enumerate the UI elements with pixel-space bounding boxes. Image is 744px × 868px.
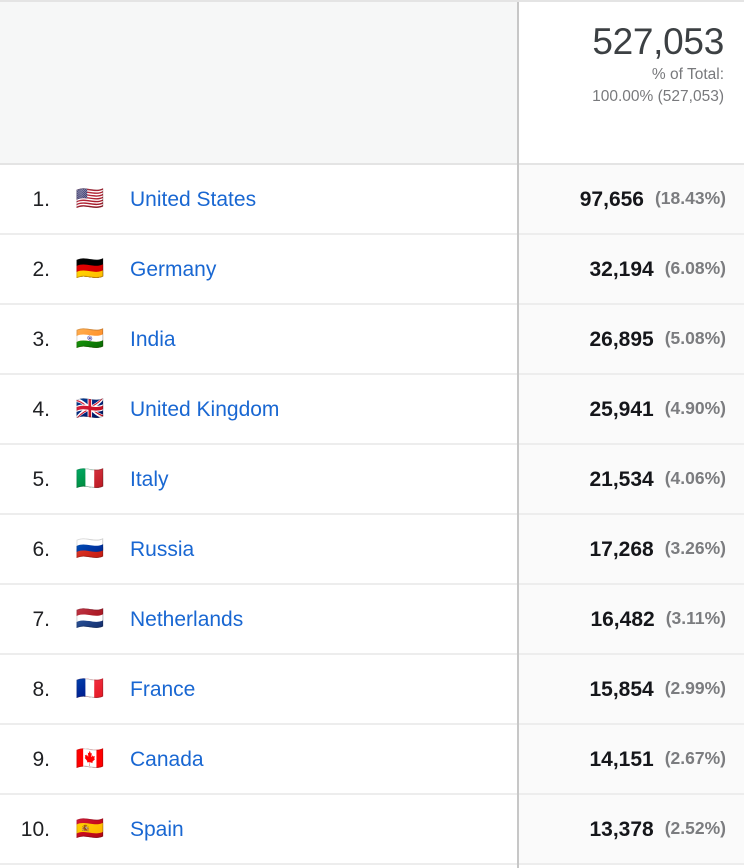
table-row: 3. 🇮🇳 India 26,895 (5.08%) xyxy=(0,305,744,375)
country-link[interactable]: France xyxy=(130,679,195,700)
metric-percent: (2.99%) xyxy=(664,678,726,699)
row-rank: 9. xyxy=(32,747,50,771)
flag-russia-icon: 🇷🇺 xyxy=(75,535,105,562)
metric-value: 26,895 xyxy=(589,327,654,351)
dimension-cell: 5. 🇮🇹 Italy xyxy=(0,445,517,513)
table-row: 4. 🇬🇧 United Kingdom 25,941 (4.90%) xyxy=(0,375,744,445)
metric-value: 97,656 xyxy=(579,187,644,211)
table-row: 2. 🇩🇪 Germany 32,194 (6.08%) xyxy=(0,235,744,305)
row-rank: 2. xyxy=(32,257,50,281)
row-rank: 7. xyxy=(32,607,50,631)
country-link[interactable]: United Kingdom xyxy=(130,399,279,420)
metric-value: 25,941 xyxy=(589,397,654,421)
metric-percent: (3.26%) xyxy=(664,538,726,559)
header-metric-cell: 527,053 % of Total: 100.00% (527,053) xyxy=(517,2,744,163)
flag-canada-icon: 🇨🇦 xyxy=(75,745,105,772)
country-link[interactable]: Russia xyxy=(130,539,194,560)
table-body: 1. 🇺🇸 United States 97,656 (18.43%) 2. 🇩🇪 Germa… xyxy=(0,165,744,865)
metric-percent: (6.08%) xyxy=(664,258,726,279)
metric-percent: (18.43%) xyxy=(654,188,726,209)
flag-germany-icon: 🇩🇪 xyxy=(75,255,105,282)
flag-united-states-icon: 🇺🇸 xyxy=(75,185,105,212)
metric-cell: 17,268 (3.26%) xyxy=(517,515,744,583)
metric-value: 16,482 xyxy=(590,607,655,631)
metric-percent: (2.67%) xyxy=(664,748,726,769)
metric-total-value: 527,053 xyxy=(592,21,724,62)
table-header-row: 527,053 % of Total: 100.00% (527,053) xyxy=(0,2,744,165)
flag-france-icon: 🇫🇷 xyxy=(75,675,105,702)
metric-value: 14,151 xyxy=(589,747,654,771)
table-row: 9. 🇨🇦 Canada 14,151 (2.67%) xyxy=(0,725,744,795)
flag-netherlands-icon: 🇳🇱 xyxy=(75,605,105,632)
country-link[interactable]: Italy xyxy=(130,469,169,490)
country-link[interactable]: Canada xyxy=(130,749,204,770)
metric-value: 15,854 xyxy=(589,677,654,701)
table-row: 6. 🇷🇺 Russia 17,268 (3.26%) xyxy=(0,515,744,585)
metric-percent: (3.11%) xyxy=(665,608,726,629)
flag-united-kingdom-icon: 🇬🇧 xyxy=(75,395,105,422)
metric-cell: 21,534 (4.06%) xyxy=(517,445,744,513)
column-divider xyxy=(517,2,519,868)
metric-percent: (5.08%) xyxy=(664,328,726,349)
header-dimension-cell xyxy=(0,2,517,163)
flag-india-icon: 🇮🇳 xyxy=(75,325,105,352)
table-row: 10. 🇪🇸 Spain 13,378 (2.52%) xyxy=(0,795,744,865)
metric-cell: 15,854 (2.99%) xyxy=(517,655,744,723)
metric-cell: 14,151 (2.67%) xyxy=(517,725,744,793)
row-rank: 6. xyxy=(32,537,50,561)
country-link[interactable]: Germany xyxy=(130,259,216,280)
flag-spain-icon: 🇪🇸 xyxy=(75,815,105,842)
country-link[interactable]: Netherlands xyxy=(130,609,243,630)
row-rank: 4. xyxy=(32,397,50,421)
country-link[interactable]: United States xyxy=(130,189,256,210)
metric-percent-of-total-value: 100.00% (527,053) xyxy=(592,88,724,105)
metric-cell: 16,482 (3.11%) xyxy=(517,585,744,653)
metric-percent-of-total-label: % of Total: xyxy=(651,66,724,83)
dimension-cell: 10. 🇪🇸 Spain xyxy=(0,795,517,863)
dimension-cell: 7. 🇳🇱 Netherlands xyxy=(0,585,517,653)
metric-cell: 97,656 (18.43%) xyxy=(517,165,744,233)
table-row: 7. 🇳🇱 Netherlands 16,482 (3.11%) xyxy=(0,585,744,655)
metric-percent: (2.52%) xyxy=(664,818,726,839)
metric-value: 21,534 xyxy=(589,467,654,491)
country-link[interactable]: Spain xyxy=(130,819,184,840)
metric-percent: (4.06%) xyxy=(664,468,726,489)
metric-value: 32,194 xyxy=(589,257,654,281)
row-rank: 10. xyxy=(20,817,50,841)
metric-value: 17,268 xyxy=(589,537,654,561)
row-rank: 3. xyxy=(32,327,50,351)
country-link[interactable]: India xyxy=(130,329,176,350)
row-rank: 5. xyxy=(32,467,50,491)
row-rank: 1. xyxy=(32,187,50,211)
table-row: 8. 🇫🇷 France 15,854 (2.99%) xyxy=(0,655,744,725)
table-row: 5. 🇮🇹 Italy 21,534 (4.06%) xyxy=(0,445,744,515)
dimension-cell: 8. 🇫🇷 France xyxy=(0,655,517,723)
dimension-cell: 2. 🇩🇪 Germany xyxy=(0,235,517,303)
metric-percent: (4.90%) xyxy=(664,398,726,419)
metric-value: 13,378 xyxy=(589,817,654,841)
row-rank: 8. xyxy=(32,677,50,701)
metric-cell: 32,194 (6.08%) xyxy=(517,235,744,303)
dimension-cell: 6. 🇷🇺 Russia xyxy=(0,515,517,583)
dimension-cell: 9. 🇨🇦 Canada xyxy=(0,725,517,793)
dimension-cell: 3. 🇮🇳 India xyxy=(0,305,517,373)
dimension-cell: 4. 🇬🇧 United Kingdom xyxy=(0,375,517,443)
metric-cell: 26,895 (5.08%) xyxy=(517,305,744,373)
metric-cell: 13,378 (2.52%) xyxy=(517,795,744,863)
country-report-table: 527,053 % of Total: 100.00% (527,053) 1.… xyxy=(0,0,744,868)
metric-cell: 25,941 (4.90%) xyxy=(517,375,744,443)
dimension-cell: 1. 🇺🇸 United States xyxy=(0,165,517,233)
table-row: 1. 🇺🇸 United States 97,656 (18.43%) xyxy=(0,165,744,235)
flag-italy-icon: 🇮🇹 xyxy=(75,465,105,492)
